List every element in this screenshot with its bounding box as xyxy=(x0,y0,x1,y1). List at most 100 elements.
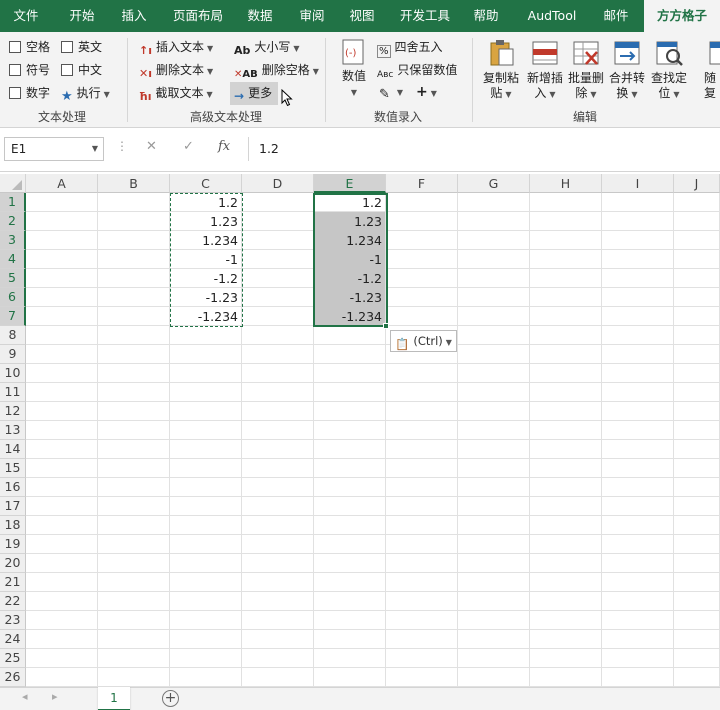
checkbox-number[interactable]: 数字 xyxy=(9,84,50,101)
select-all-corner[interactable] xyxy=(0,174,26,193)
grid-line xyxy=(26,401,720,402)
column-header-j[interactable]: J xyxy=(674,174,720,193)
row-header-5[interactable]: 5 xyxy=(0,269,26,288)
row-header-23[interactable]: 23 xyxy=(0,611,26,630)
arrow-right-icon: → xyxy=(234,89,245,103)
find-locate-button[interactable]: 查找定位 ▼ xyxy=(647,38,691,102)
column-header-h[interactable]: H xyxy=(530,174,602,193)
checkbox-chinese[interactable]: 中文 xyxy=(61,61,102,78)
tab-help[interactable]: 帮助 xyxy=(464,0,508,32)
copy-paste-button[interactable]: 复制粘贴 ▼ xyxy=(478,38,524,102)
row-header-7[interactable]: 7 xyxy=(0,307,26,326)
column-header-f[interactable]: F xyxy=(386,174,458,193)
abc-icon: Aʙᴄ xyxy=(377,70,394,80)
row-header-26[interactable]: 26 xyxy=(0,668,26,687)
magnifier-icon xyxy=(656,41,683,66)
row-header-16[interactable]: 16 xyxy=(0,478,26,497)
keep-values-button[interactable]: Aʙᴄ 只保留数值 xyxy=(377,61,457,80)
row-header-11[interactable]: 11 xyxy=(0,383,26,402)
random-icon xyxy=(709,41,720,65)
tab-view[interactable]: 视图 xyxy=(340,0,384,32)
delete-text-button[interactable]: ✕ı 删除文本 ▼ xyxy=(139,61,213,80)
tab-home[interactable]: 开始 xyxy=(52,0,112,32)
row-header-17[interactable]: 17 xyxy=(0,497,26,516)
function-icon[interactable]: fx xyxy=(218,139,230,154)
chevron-down-icon[interactable]: ▼ xyxy=(92,138,98,160)
cancel-icon[interactable]: ✕ xyxy=(146,139,157,154)
execute-button[interactable]: ★ 执行 ▼ xyxy=(61,84,110,104)
paste-options-button[interactable]: 📋 (Ctrl) ▼ xyxy=(390,330,457,352)
row-header-24[interactable]: 24 xyxy=(0,630,26,649)
insert-text-button[interactable]: ↑ı 插入文本 ▼ xyxy=(139,38,213,57)
edit-icon: ✎ xyxy=(379,87,390,102)
spreadsheet-grid[interactable]: ABCDEFGHIJ 1 2 3 4 5 6 7 8 9 10 11 12 13 14 15 16 17 18 19… xyxy=(0,174,720,687)
row-header-3[interactable]: 3 xyxy=(0,231,26,250)
tab-file[interactable]: 文件 xyxy=(0,0,52,32)
grid-line xyxy=(26,591,720,592)
fill-handle[interactable] xyxy=(383,323,389,329)
more-button[interactable]: → 更多 xyxy=(230,82,279,105)
formula-bar: E1 ▼ ⋮ ✕ ✓ fx 1.2 xyxy=(0,128,720,172)
merge-convert-button[interactable]: 合并转换 ▼ xyxy=(605,38,649,102)
sheet-tab[interactable]: 1 xyxy=(98,687,130,710)
column-header-a[interactable]: A xyxy=(26,174,98,193)
value-button[interactable]: (-) 数值 ▼ xyxy=(335,38,373,100)
tab-review[interactable]: 审阅 xyxy=(290,0,334,32)
tab-developer[interactable]: 开发工具 xyxy=(392,0,458,32)
row-header-21[interactable]: 21 xyxy=(0,573,26,592)
row-header-12[interactable]: 12 xyxy=(0,402,26,421)
row-header-13[interactable]: 13 xyxy=(0,421,26,440)
round-button[interactable]: % 四舍五入 xyxy=(377,38,443,58)
row-header-1[interactable]: 1 xyxy=(0,193,26,212)
row-header-4[interactable]: 4 xyxy=(0,250,26,269)
checkbox-english[interactable]: 英文 xyxy=(61,38,102,55)
column-header-b[interactable]: B xyxy=(98,174,170,193)
tab-data[interactable]: 数据 xyxy=(238,0,282,32)
row-header-25[interactable]: 25 xyxy=(0,649,26,668)
row-header-10[interactable]: 10 xyxy=(0,364,26,383)
batch-insert-button[interactable]: 新增插入 ▼ xyxy=(523,38,567,102)
delete-grid-icon xyxy=(573,41,599,65)
tab-mail[interactable]: 邮件 xyxy=(594,0,638,32)
grid-line xyxy=(26,477,720,478)
tab-audtool[interactable]: AudTool xyxy=(514,0,590,32)
row-header-22[interactable]: 22 xyxy=(0,592,26,611)
formula-input[interactable]: 1.2 xyxy=(248,137,720,161)
column-header-e[interactable]: E xyxy=(314,174,386,193)
case-button[interactable]: Ab 大小写 ▼ xyxy=(234,38,300,57)
row-header-18[interactable]: 18 xyxy=(0,516,26,535)
row-header-19[interactable]: 19 xyxy=(0,535,26,554)
name-box[interactable]: E1 ▼ xyxy=(4,137,104,161)
tab-page-layout[interactable]: 页面布局 xyxy=(160,0,236,32)
scroll-left-icon[interactable]: ◂ xyxy=(22,690,28,703)
ribbon: 空格 英文 符号 中文 数字 ★ 执行 ▼ 文本处理 ↑ı 插入文本 ▼ ✕ı 删除文本 ▼… xyxy=(0,32,720,128)
row-header-6[interactable]: 6 xyxy=(0,288,26,307)
row-header-9[interactable]: 9 xyxy=(0,345,26,364)
scroll-right-icon[interactable]: ▸ xyxy=(52,690,58,703)
column-header-d[interactable]: D xyxy=(242,174,314,193)
column-header-i[interactable]: I xyxy=(602,174,674,193)
group-label-edit: 编辑 xyxy=(572,110,597,124)
tab-insert[interactable]: 插入 xyxy=(112,0,156,32)
star-icon: ★ xyxy=(61,89,73,104)
grid-line xyxy=(26,667,720,668)
random-button[interactable]: 随复 xyxy=(700,38,720,101)
batch-delete-button[interactable]: 批量删除 ▼ xyxy=(564,38,608,102)
plus-button[interactable]: + ▼ xyxy=(416,84,437,100)
add-sheet-icon[interactable]: + xyxy=(162,690,179,707)
edit-dropdown-button[interactable]: ✎ ▼ xyxy=(379,84,403,102)
row-header-14[interactable]: 14 xyxy=(0,440,26,459)
checkbox-symbol[interactable]: 符号 xyxy=(9,61,50,78)
row-header-2[interactable]: 2 xyxy=(0,212,26,231)
checkbox-space[interactable]: 空格 xyxy=(9,38,50,55)
column-header-g[interactable]: G xyxy=(458,174,530,193)
row-header-8[interactable]: 8 xyxy=(0,326,26,345)
extract-text-button[interactable]: ħı 截取文本 ▼ xyxy=(139,84,213,103)
column-header-c[interactable]: C xyxy=(170,174,242,193)
grid-line xyxy=(26,458,720,459)
enter-icon[interactable]: ✓ xyxy=(183,139,194,154)
row-header-20[interactable]: 20 xyxy=(0,554,26,573)
tab-fangfang[interactable]: 方方格子 xyxy=(644,0,720,32)
delete-spaces-button[interactable]: ✕AB 删除空格 ▼ xyxy=(234,61,319,80)
row-header-15[interactable]: 15 xyxy=(0,459,26,478)
